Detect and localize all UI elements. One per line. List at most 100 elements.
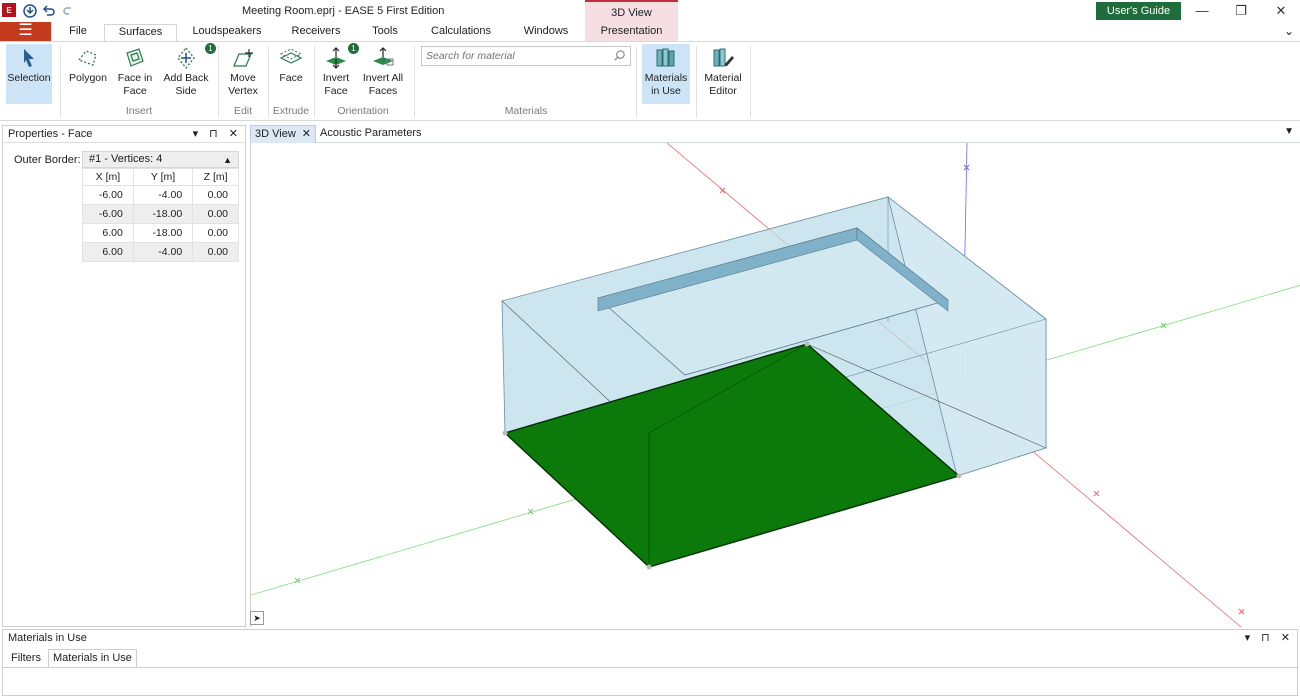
tab-materials-in-use[interactable]: Materials in Use xyxy=(48,649,137,667)
ribbon-tab-row: ☰ File Surfaces Loudspeakers Receivers T… xyxy=(0,22,1300,41)
tab-3d-view[interactable]: 3D View ✕ xyxy=(250,125,316,143)
context-tab-group-label: 3D View xyxy=(585,0,678,22)
cell-x[interactable]: -6.00 xyxy=(82,204,134,224)
invert-all-label-1: Invert All xyxy=(362,72,404,84)
outer-border-value: #1 - Vertices: 4 xyxy=(89,153,163,165)
column-header-z: Z [m] xyxy=(192,168,239,186)
extrude-face-button[interactable]: Face xyxy=(274,44,308,104)
polygon-icon xyxy=(77,50,97,66)
add-back-side-label-2: Side xyxy=(175,85,197,97)
tab-filters[interactable]: Filters xyxy=(7,650,45,668)
title-bar: E Meeting Room.eprj - EASE 5 First Editi… xyxy=(0,0,1300,22)
move-vertex-label-1: Move xyxy=(230,72,256,84)
polygon-button[interactable]: Polygon xyxy=(66,44,110,104)
material-search-input[interactable] xyxy=(426,47,606,65)
invert-all-label-2: Faces xyxy=(368,85,398,97)
polygon-label: Polygon xyxy=(69,72,107,84)
group-orientation-label: Orientation xyxy=(337,105,389,117)
invert-face-button[interactable]: Invert Face xyxy=(318,44,354,104)
tab-list-dropdown-icon[interactable]: ▼ xyxy=(1284,126,1294,137)
materials-in-use-label-2: in Use xyxy=(651,85,681,97)
vertices-table: X [m] Y [m] Z [m] -6.00 -4.00 0.00 -6.00… xyxy=(82,168,239,262)
tab-surfaces[interactable]: Surfaces xyxy=(104,24,177,41)
group-insert-label: Insert xyxy=(125,105,153,117)
selection-label: Selection xyxy=(7,72,51,84)
minimize-button[interactable]: — xyxy=(1187,2,1217,20)
add-back-side-label-1: Add Back xyxy=(163,72,209,84)
table-row[interactable]: 6.00 -18.00 0.00 xyxy=(82,223,239,243)
restore-button[interactable]: ❐ xyxy=(1226,2,1256,20)
materials-list-area[interactable] xyxy=(3,667,1297,695)
properties-panel: Properties - Face ▾ ⊓ ✕ Outer Border: #1… xyxy=(2,125,246,627)
tab-tools[interactable]: Tools xyxy=(362,24,408,41)
tab-acoustic-parameters[interactable]: Acoustic Parameters xyxy=(316,125,425,143)
cell-y[interactable]: -4.00 xyxy=(132,185,194,205)
pointer-mode-icon[interactable]: ➤ xyxy=(250,611,264,625)
cell-y[interactable]: -4.00 xyxy=(132,242,194,262)
users-guide-button[interactable]: User's Guide xyxy=(1096,2,1181,20)
tab-loudspeakers[interactable]: Loudspeakers xyxy=(190,24,264,41)
cell-y[interactable]: -18.00 xyxy=(132,204,194,224)
outer-border-label: Outer Border: xyxy=(14,154,81,166)
properties-panel-title: Properties - Face xyxy=(8,128,93,140)
cell-x[interactable]: 6.00 xyxy=(82,223,134,243)
cell-x[interactable]: -6.00 xyxy=(82,185,134,205)
panel-controls[interactable]: ▾ ⊓ ✕ xyxy=(193,126,242,142)
invert-face-label-2: Face xyxy=(324,85,348,97)
cell-z[interactable]: 0.00 xyxy=(192,223,239,243)
save-icon[interactable] xyxy=(22,3,38,19)
material-editor-button[interactable]: Material Editor xyxy=(700,44,746,104)
3d-viewport[interactable] xyxy=(250,143,1300,627)
move-vertex-icon xyxy=(233,49,253,67)
ribbon-separator xyxy=(218,46,219,118)
ribbon-separator xyxy=(750,46,751,118)
cell-z[interactable]: 0.00 xyxy=(192,204,239,224)
chevron-down-icon[interactable]: ⌄ xyxy=(1284,24,1294,38)
window-title: Meeting Room.eprj - EASE 5 First Edition xyxy=(242,5,445,17)
close-icon[interactable]: ✕ xyxy=(302,128,311,140)
tab-presentation[interactable]: Presentation xyxy=(585,22,678,41)
group-edit-label: Edit xyxy=(233,105,253,117)
invert-all-faces-button[interactable]: Invert All Faces xyxy=(360,44,406,104)
panel-controls[interactable]: ▾ ⊓ ✕ xyxy=(1245,630,1294,646)
app-icon[interactable]: E xyxy=(2,3,16,17)
table-row[interactable]: 6.00 -4.00 0.00 xyxy=(82,242,239,262)
table-row[interactable]: -6.00 -18.00 0.00 xyxy=(82,204,239,224)
cell-x[interactable]: 6.00 xyxy=(82,242,134,262)
tab-calculations[interactable]: Calculations xyxy=(425,24,497,41)
material-editor-icon xyxy=(713,48,734,67)
cell-z[interactable]: 0.00 xyxy=(192,185,239,205)
3d-scene[interactable] xyxy=(251,143,1300,627)
properties-panel-header: Properties - Face ▾ ⊓ ✕ xyxy=(3,126,245,143)
extrude-face-label: Face xyxy=(279,72,303,84)
ribbon-separator xyxy=(268,46,269,118)
hamburger-menu-icon[interactable]: ☰ xyxy=(0,22,51,41)
undo-icon[interactable] xyxy=(40,3,56,19)
search-icon xyxy=(614,50,625,61)
table-row[interactable]: -6.00 -4.00 0.00 xyxy=(82,185,239,205)
document-tab-strip: 3D View ✕ Acoustic Parameters ▼ xyxy=(250,125,1300,143)
face-in-face-icon xyxy=(126,48,144,67)
column-header-y: Y [m] xyxy=(132,168,194,186)
tab-windows[interactable]: Windows xyxy=(515,24,577,41)
invert-face-icon xyxy=(326,47,346,69)
ribbon-separator xyxy=(414,46,415,118)
group-materials-label: Materials xyxy=(504,105,548,117)
add-back-side-icon xyxy=(177,46,195,70)
invert-face-badge: 1 xyxy=(348,43,359,54)
tab-receivers[interactable]: Receivers xyxy=(284,24,348,41)
cell-y[interactable]: -18.00 xyxy=(132,223,194,243)
extrude-icon xyxy=(279,48,303,64)
collapse-triangle-icon[interactable]: ▲ xyxy=(223,153,232,168)
material-search-box[interactable] xyxy=(421,46,631,66)
selection-button[interactable]: Selection xyxy=(6,44,52,104)
cell-z[interactable]: 0.00 xyxy=(192,242,239,262)
tab-file[interactable]: File xyxy=(56,24,100,41)
materials-in-use-button[interactable]: Materials in Use xyxy=(642,44,690,104)
move-vertex-button[interactable]: Move Vertex xyxy=(224,44,262,104)
add-back-side-button[interactable]: Add Back Side xyxy=(160,44,212,104)
face-in-face-button[interactable]: Face in Face xyxy=(114,44,156,104)
close-button[interactable]: ✕ xyxy=(1266,2,1296,20)
outer-border-dropdown[interactable]: #1 - Vertices: 4 ▲ xyxy=(82,151,239,168)
redo-icon[interactable] xyxy=(60,3,76,19)
